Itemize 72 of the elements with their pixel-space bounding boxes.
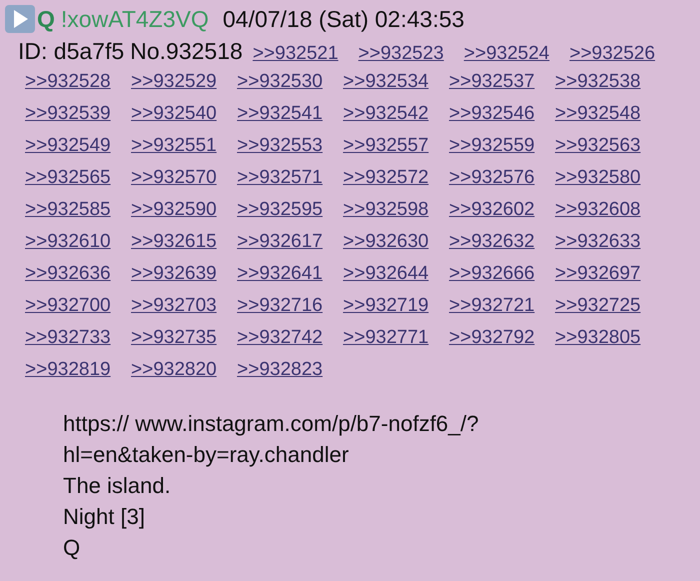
reply-link[interactable]: >>932539	[25, 102, 111, 124]
reply-link[interactable]: >>932632	[449, 230, 535, 252]
reply-link[interactable]: >>932819	[25, 358, 111, 380]
reply-link[interactable]: >>932820	[131, 358, 217, 380]
reply-link[interactable]: >>932540	[131, 102, 217, 124]
reply-link[interactable]: >>932537	[449, 70, 535, 92]
reply-link[interactable]: >>932570	[131, 166, 217, 188]
reply-link[interactable]: >>932557	[343, 134, 429, 156]
post-text-line: The island.	[63, 472, 172, 500]
reply-link[interactable]: >>932725	[555, 294, 641, 316]
reply-link[interactable]: >>932719	[343, 294, 429, 316]
reply-link[interactable]: >>932572	[343, 166, 429, 188]
reply-link[interactable]: >>932524	[464, 40, 550, 68]
reply-link[interactable]: >>932721	[449, 294, 535, 316]
poster-id: ID: d5a7f5	[18, 37, 124, 66]
reply-link[interactable]: >>932644	[343, 262, 429, 284]
reply-link[interactable]: >>932541	[237, 102, 323, 124]
reply-link[interactable]: >>932585	[25, 198, 111, 220]
post-text-line: https:// www.instagram.com/p/b7-nofzf6_/?	[63, 410, 480, 438]
post-text-line: hl=en&taken-by=ray.chandler	[63, 441, 350, 469]
reply-link[interactable]: >>932615	[131, 230, 217, 252]
reply-link[interactable]: >>932608	[555, 198, 641, 220]
reply-link[interactable]: >>932548	[555, 102, 641, 124]
reply-link[interactable]: >>932580	[555, 166, 641, 188]
reply-link[interactable]: >>932521	[252, 40, 338, 68]
reply-link[interactable]: >>932598	[343, 198, 429, 220]
reply-link[interactable]: >>932697	[555, 262, 641, 284]
reply-link[interactable]: >>932534	[343, 70, 429, 92]
post-datetime: 04/07/18 (Sat) 02:43:53	[222, 8, 464, 30]
reply-link[interactable]: >>932571	[237, 166, 323, 188]
reply-link[interactable]: >>932528	[25, 70, 111, 92]
reply-link[interactable]: >>932742	[237, 326, 323, 348]
reply-link[interactable]: >>932559	[449, 134, 535, 156]
post-text-line: Night [3]	[63, 503, 146, 531]
reply-link[interactable]: >>932700	[25, 294, 111, 316]
reply-link[interactable]: >>932523	[358, 40, 444, 68]
reply-link[interactable]: >>932542	[343, 102, 429, 124]
reply-link[interactable]: >>932641	[237, 262, 323, 284]
reply-link[interactable]: >>932538	[555, 70, 641, 92]
reply-link[interactable]: >>932610	[25, 230, 111, 252]
reply-link[interactable]: >>932576	[449, 166, 535, 188]
reply-link[interactable]: >>932716	[237, 294, 323, 316]
reply-link[interactable]: >>932633	[555, 230, 641, 252]
reply-link[interactable]: >>932546	[449, 102, 535, 124]
reply-link[interactable]: >>932602	[449, 198, 535, 220]
reply-link[interactable]: >>932617	[237, 230, 323, 252]
reply-link[interactable]: >>932639	[131, 262, 217, 284]
reply-link[interactable]: >>932526	[569, 40, 656, 68]
post-number: No.932518	[130, 37, 243, 66]
reply-link[interactable]: >>932805	[555, 326, 641, 348]
reply-link[interactable]: >>932563	[555, 134, 641, 156]
tripcode: !xowAT4Z3VQ	[60, 8, 209, 30]
play-icon[interactable]	[4, 4, 36, 34]
reply-link[interactable]: >>932792	[449, 326, 535, 348]
reply-link[interactable]: >>932636	[25, 262, 111, 284]
reply-link[interactable]: >>932630	[343, 230, 429, 252]
reply-link[interactable]: >>932590	[131, 198, 217, 220]
poster-name: Q	[37, 8, 55, 30]
reply-link[interactable]: >>932530	[237, 70, 323, 92]
reply-link[interactable]: >>932666	[449, 262, 535, 284]
reply-link[interactable]: >>932703	[131, 294, 217, 316]
reply-link[interactable]: >>932565	[25, 166, 111, 188]
reply-link[interactable]: >>932735	[131, 326, 217, 348]
reply-link[interactable]: >>932823	[237, 358, 323, 380]
reply-link[interactable]: >>932733	[25, 326, 111, 348]
reply-link[interactable]: >>932551	[131, 134, 217, 156]
post-text-line: Q	[63, 534, 82, 562]
reply-link[interactable]: >>932553	[237, 134, 323, 156]
reply-link[interactable]: >>932595	[237, 198, 323, 220]
reply-link[interactable]: >>932549	[25, 134, 111, 156]
reply-link[interactable]: >>932771	[343, 326, 429, 348]
reply-link[interactable]: >>932529	[131, 70, 217, 92]
